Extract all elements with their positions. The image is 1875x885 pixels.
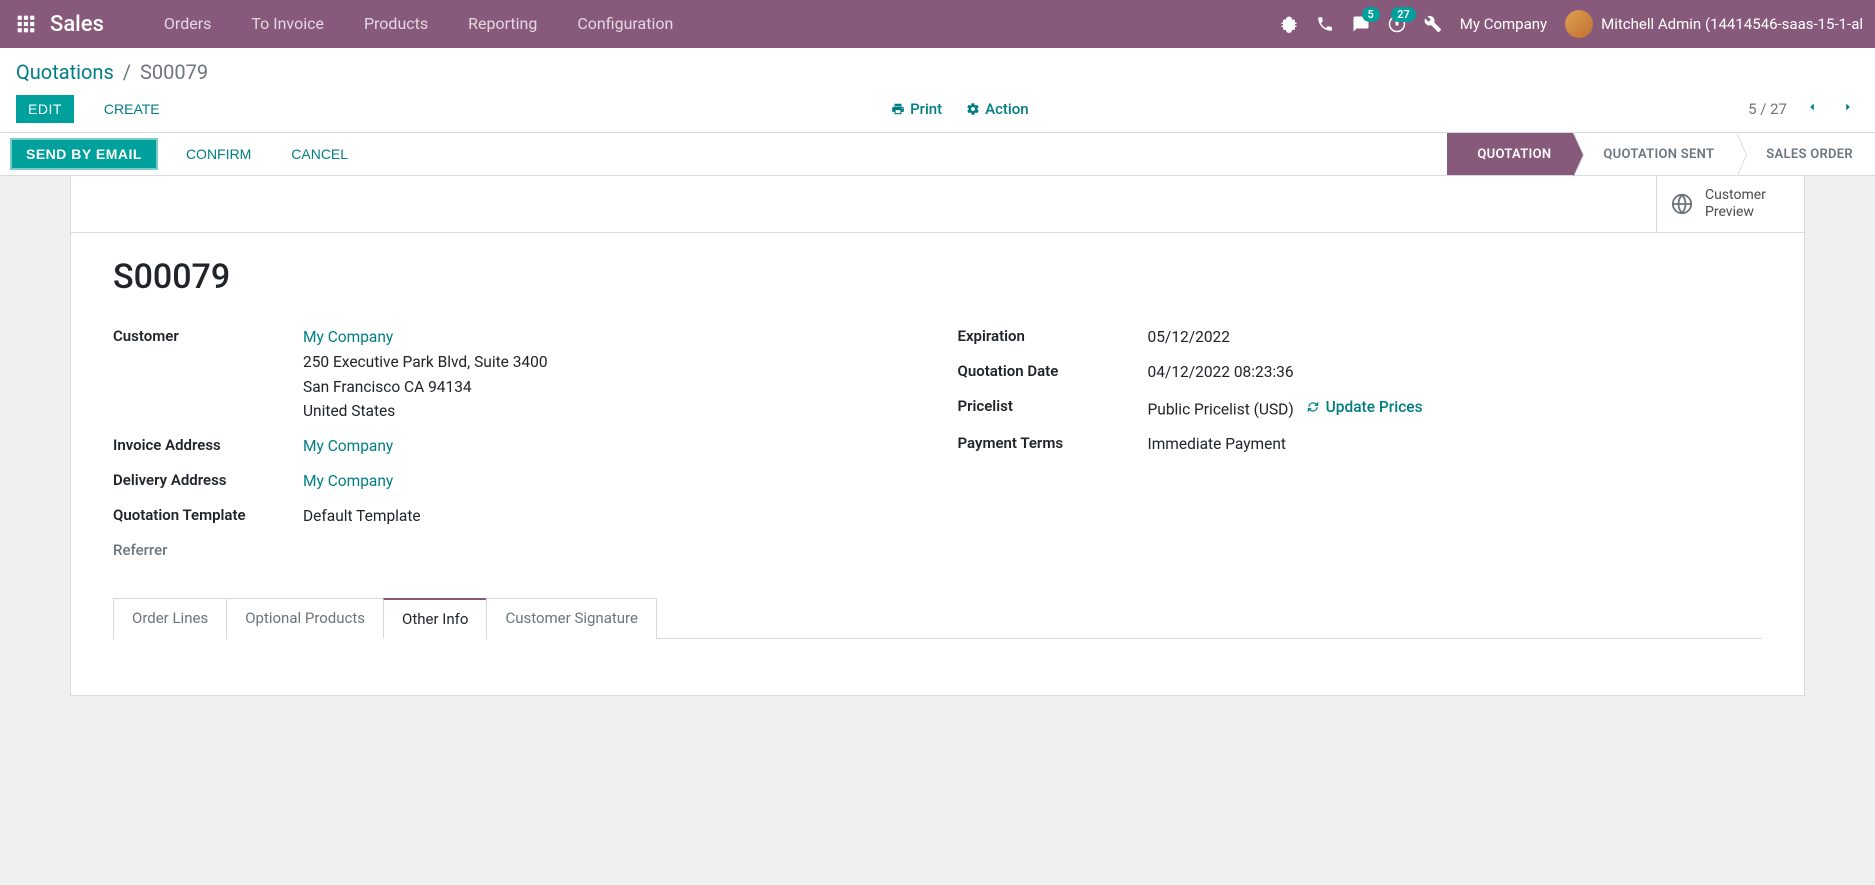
quotation-template-value: Default Template <box>303 504 421 529</box>
activities-icon[interactable]: 27 <box>1388 15 1406 33</box>
apps-icon[interactable] <box>12 10 40 38</box>
button-box: Customer Preview <box>71 176 1804 233</box>
tab-customer-signature[interactable]: Customer Signature <box>486 598 657 639</box>
referrer-label: Referrer <box>113 539 303 559</box>
user-name: Mitchell Admin (14414546-saas-15-1-al <box>1601 15 1863 33</box>
delivery-address-value[interactable]: My Company <box>303 472 393 490</box>
form-container: Customer Preview S00079 Customer My Comp… <box>0 176 1875 696</box>
messages-badge: 5 <box>1362 7 1380 22</box>
invoice-address-value[interactable]: My Company <box>303 437 393 455</box>
user-menu[interactable]: Mitchell Admin (14414546-saas-15-1-al <box>1565 10 1863 38</box>
chevron-left-icon <box>1805 98 1819 116</box>
customer-value[interactable]: My Company <box>303 328 393 346</box>
expiration-label: Expiration <box>958 325 1148 345</box>
pager-prev-button[interactable] <box>1801 94 1823 124</box>
print-icon <box>891 102 905 116</box>
nav-item-configuration[interactable]: Configuration <box>557 0 693 48</box>
form-sheet: Customer Preview S00079 Customer My Comp… <box>70 176 1805 696</box>
stage-quotation[interactable]: QUOTATION <box>1447 133 1573 175</box>
control-panel: Quotations / S00079 EDIT CREATE Print Ac… <box>0 48 1875 132</box>
avatar <box>1565 10 1593 38</box>
cancel-button[interactable]: CANCEL <box>279 140 360 168</box>
nav-item-reporting[interactable]: Reporting <box>448 0 557 48</box>
app-name[interactable]: Sales <box>50 12 104 37</box>
breadcrumb-separator: / <box>123 60 131 84</box>
pager-count[interactable]: 5 / 27 <box>1748 100 1787 118</box>
nav-right: 5 27 My Company Mitchell Admin (14414546… <box>1280 10 1863 38</box>
right-column: Expiration 05/12/2022 Quotation Date 04/… <box>958 325 1763 569</box>
tab-optional-products[interactable]: Optional Products <box>226 598 384 639</box>
messages-icon[interactable]: 5 <box>1352 15 1370 33</box>
edit-button[interactable]: EDIT <box>16 95 74 123</box>
pricelist-label: Pricelist <box>958 395 1148 415</box>
main-navbar: Sales Orders To Invoice Products Reporti… <box>0 0 1875 48</box>
print-label: Print <box>910 100 942 118</box>
company-selector[interactable]: My Company <box>1460 15 1547 33</box>
refresh-icon <box>1306 400 1320 414</box>
expiration-value: 05/12/2022 <box>1148 325 1230 350</box>
quotation-date-label: Quotation Date <box>958 360 1148 380</box>
create-button[interactable]: CREATE <box>92 95 172 123</box>
action-label: Action <box>985 100 1028 118</box>
update-prices-label: Update Prices <box>1326 395 1423 420</box>
tabs: Order Lines Optional Products Other Info… <box>113 597 1762 639</box>
breadcrumb-parent[interactable]: Quotations <box>16 60 114 84</box>
customer-addr2: San Francisco CA 94134 <box>303 378 472 396</box>
payment-terms-value: Immediate Payment <box>1148 432 1287 457</box>
confirm-button[interactable]: CONFIRM <box>174 140 263 168</box>
debug-icon[interactable] <box>1280 15 1298 33</box>
activities-badge: 27 <box>1391 7 1416 22</box>
tab-order-lines[interactable]: Order Lines <box>113 598 227 639</box>
nav-item-products[interactable]: Products <box>344 0 448 48</box>
tab-other-info[interactable]: Other Info <box>383 598 487 639</box>
left-column: Customer My Company 250 Executive Park B… <box>113 325 918 569</box>
customer-preview-label: Customer Preview <box>1705 187 1790 222</box>
action-dropdown[interactable]: Action <box>966 100 1028 118</box>
customer-addr1: 250 Executive Park Blvd, Suite 3400 <box>303 353 548 371</box>
record-title: S00079 <box>113 257 1762 297</box>
globe-icon <box>1671 193 1693 215</box>
quotation-template-label: Quotation Template <box>113 504 303 524</box>
payment-terms-label: Payment Terms <box>958 432 1148 452</box>
breadcrumb-current: S00079 <box>140 60 208 84</box>
status-stages: QUOTATION QUOTATION SENT SALES ORDER <box>1447 133 1875 175</box>
customer-label: Customer <box>113 325 303 345</box>
phone-icon[interactable] <box>1316 15 1334 33</box>
pricelist-value: Public Pricelist (USD) <box>1148 400 1294 418</box>
nav-item-orders[interactable]: Orders <box>144 0 231 48</box>
pager-next-button[interactable] <box>1837 94 1859 124</box>
quotation-date-value: 04/12/2022 08:23:36 <box>1148 360 1294 385</box>
update-prices-button[interactable]: Update Prices <box>1306 395 1423 420</box>
gear-icon <box>966 102 980 116</box>
nav-menu: Orders To Invoice Products Reporting Con… <box>144 0 693 48</box>
delivery-address-label: Delivery Address <box>113 469 303 489</box>
chevron-right-icon <box>1841 98 1855 116</box>
nav-item-to-invoice[interactable]: To Invoice <box>231 0 344 48</box>
stage-quotation-sent[interactable]: QUOTATION SENT <box>1573 133 1736 175</box>
statusbar: SEND BY EMAIL CONFIRM CANCEL QUOTATION Q… <box>0 132 1875 176</box>
invoice-address-label: Invoice Address <box>113 434 303 454</box>
customer-country: United States <box>303 402 395 420</box>
send-email-button[interactable]: SEND BY EMAIL <box>10 138 158 170</box>
tools-icon[interactable] <box>1424 15 1442 33</box>
breadcrumb: Quotations / S00079 <box>16 60 1859 84</box>
print-dropdown[interactable]: Print <box>891 100 942 118</box>
stage-sales-order[interactable]: SALES ORDER <box>1736 133 1875 175</box>
customer-preview-button[interactable]: Customer Preview <box>1656 176 1804 232</box>
